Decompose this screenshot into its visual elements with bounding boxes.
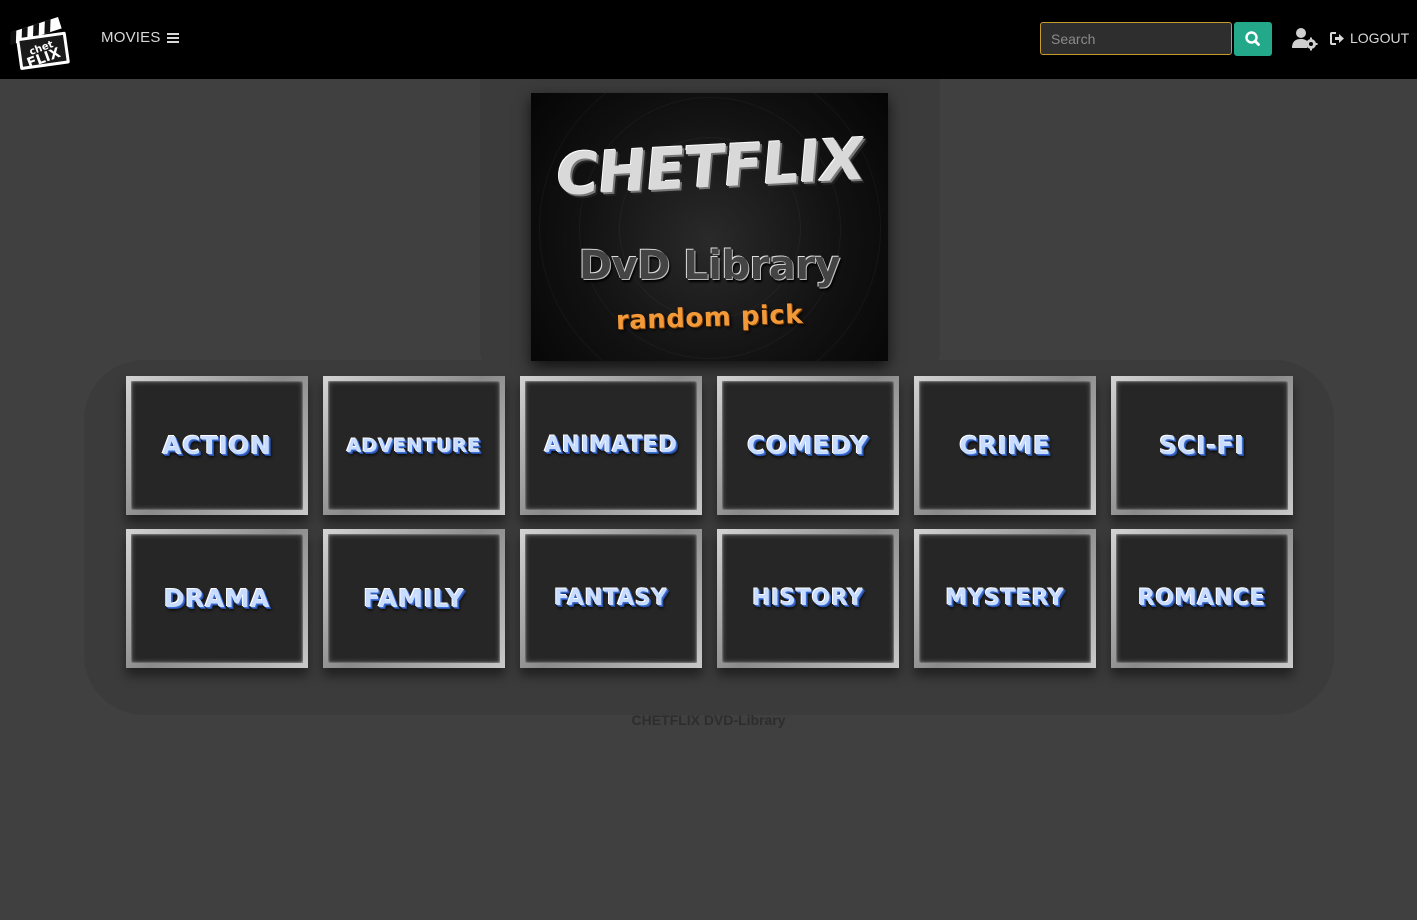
genre-tile-face: HISTORY bbox=[722, 534, 894, 663]
genre-tile-fantasy[interactable]: FANTASY bbox=[520, 529, 702, 668]
genre-tile-face: ACTION bbox=[131, 381, 303, 510]
search-input[interactable] bbox=[1040, 22, 1232, 55]
banner-subtitle: DvD Library bbox=[578, 243, 841, 289]
movies-menu-label: MOVIES bbox=[101, 29, 161, 46]
sign-out-icon bbox=[1330, 31, 1344, 45]
genre-label: ACTION bbox=[162, 431, 272, 460]
genre-tile-face: CRIME bbox=[919, 381, 1091, 510]
genre-label: ROMANCE bbox=[1138, 586, 1266, 611]
genre-tile-drama[interactable]: DRAMA bbox=[126, 529, 308, 668]
genre-label: SCI-FI bbox=[1159, 431, 1245, 460]
genre-tile-animated[interactable]: ANIMATED bbox=[520, 376, 702, 515]
genre-tile-face: ADVENTURE bbox=[328, 381, 500, 510]
genre-label: DRAMA bbox=[163, 584, 271, 613]
genre-label: FAMILY bbox=[363, 584, 465, 613]
genre-label: FANTASY bbox=[554, 586, 668, 611]
genre-label: HISTORY bbox=[752, 586, 864, 611]
genre-tile-history[interactable]: HISTORY bbox=[717, 529, 899, 668]
genre-tile-face: FANTASY bbox=[525, 534, 697, 663]
genre-tile-family[interactable]: FAMILY bbox=[323, 529, 505, 668]
genre-tile-sci-fi[interactable]: SCI-FI bbox=[1111, 376, 1293, 515]
genre-label: ADVENTURE bbox=[346, 434, 482, 457]
genre-tile-face: DRAMA bbox=[131, 534, 303, 663]
movies-menu[interactable]: MOVIES bbox=[101, 29, 179, 46]
user-cog-icon bbox=[1292, 28, 1318, 51]
genre-tile-crime[interactable]: CRIME bbox=[914, 376, 1096, 515]
genre-label: ANIMATED bbox=[544, 433, 678, 458]
genre-tile-face: ANIMATED bbox=[525, 381, 697, 510]
genre-tile-comedy[interactable]: COMEDY bbox=[717, 376, 899, 515]
navbar: chet FLIX MOVIES LOGOUT bbox=[0, 0, 1417, 79]
genre-tile-face: COMEDY bbox=[722, 381, 894, 510]
search-icon bbox=[1245, 31, 1260, 46]
search-button[interactable] bbox=[1234, 22, 1272, 56]
genre-tile-face: FAMILY bbox=[328, 534, 500, 663]
footer-text: CHETFLIX DVD-Library bbox=[631, 712, 786, 728]
bars-icon bbox=[166, 32, 179, 43]
genre-label: CRIME bbox=[959, 431, 1051, 460]
random-pick-banner[interactable]: CHETFLIX DvD Library random pick bbox=[531, 93, 888, 361]
clapperboard-icon: chet FLIX bbox=[10, 16, 70, 72]
genre-tile-adventure[interactable]: ADVENTURE bbox=[323, 376, 505, 515]
chetflix-logo[interactable]: chet FLIX bbox=[10, 7, 74, 72]
genre-tile-face: ROMANCE bbox=[1116, 534, 1288, 663]
genre-tile-mystery[interactable]: MYSTERY bbox=[914, 529, 1096, 668]
genre-label: COMEDY bbox=[747, 431, 869, 460]
logout-button[interactable]: LOGOUT bbox=[1330, 30, 1409, 46]
genre-tile-action[interactable]: ACTION bbox=[126, 376, 308, 515]
user-settings-button[interactable] bbox=[1292, 27, 1318, 51]
genre-tile-face: MYSTERY bbox=[919, 534, 1091, 663]
genre-tile-face: SCI-FI bbox=[1116, 381, 1288, 510]
genre-tile-romance[interactable]: ROMANCE bbox=[1111, 529, 1293, 668]
logout-label: LOGOUT bbox=[1350, 30, 1410, 46]
genre-label: MYSTERY bbox=[945, 586, 1065, 611]
